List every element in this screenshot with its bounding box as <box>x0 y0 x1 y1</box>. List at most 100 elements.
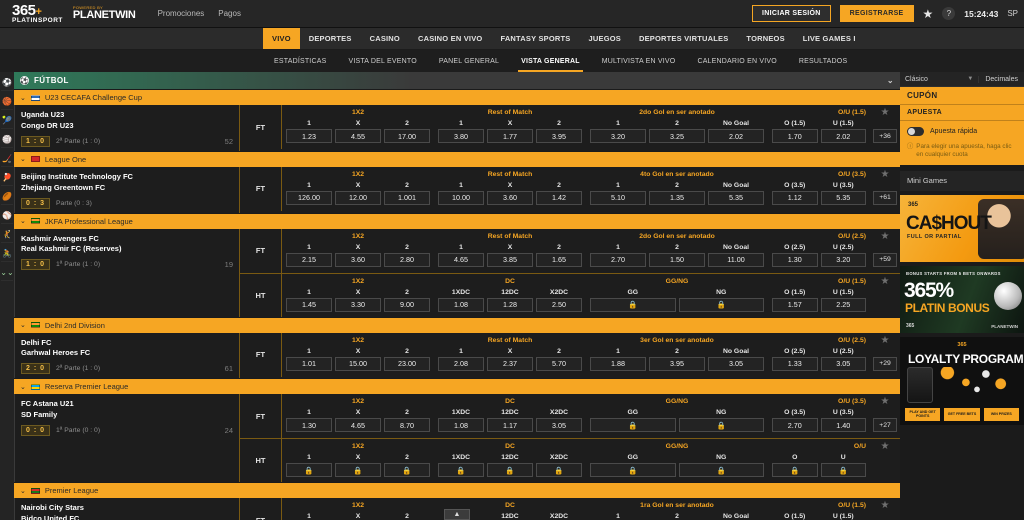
odds-value-button[interactable]: 2.02 <box>820 129 866 143</box>
nav-item-juegos[interactable]: JUEGOS <box>580 28 630 49</box>
odds-value-button[interactable]: 17.00 <box>384 129 430 143</box>
match-row[interactable]: Kashmir Avengers FC Real Kashmir FC (Rese… <box>14 228 900 317</box>
promo-cashout-banner[interactable]: 365 CA$HOUT FULL OR PARTIAL <box>900 194 1024 262</box>
odds-value-button[interactable]: 1.30 <box>286 418 332 433</box>
odds-value-button[interactable]: 1.57 <box>772 297 818 312</box>
mini-games-header[interactable]: Mini Games <box>900 170 1024 191</box>
favorite-star-icon[interactable]: ★ <box>881 396 890 418</box>
odds-value-button[interactable]: 3.20 <box>820 252 866 267</box>
chevron-down-icon[interactable]: ⌄ <box>20 94 26 102</box>
match-teams[interactable]: Delhi FC Garhwal Heroes FC 2 : 0 2ª Parte (… <box>15 332 240 379</box>
subnav-item-resultados[interactable]: RESULTADOS <box>788 50 858 72</box>
odds-value-button[interactable]: 4.65 <box>335 418 381 433</box>
nav-item-torneos[interactable]: TORNEOS <box>737 28 793 49</box>
odds-value-button[interactable]: 3.30 <box>335 297 381 312</box>
odds-value-button[interactable]: 1.08 <box>438 418 484 433</box>
odds-value-button[interactable]: 1.42 <box>536 190 582 205</box>
match-row[interactable]: Beijing Institute Technology FC Zhejiang … <box>14 166 900 213</box>
league-header[interactable]: ⌄ JKFA Professional League <box>14 213 900 229</box>
subnav-item-calendario-en-vivo[interactable]: CALENDARIO EN VIVO <box>686 50 787 72</box>
football-icon[interactable]: ⚽ <box>1 74 13 91</box>
hockey-icon[interactable]: 🏒 <box>1 150 13 167</box>
favorite-star-icon[interactable]: ★ <box>881 107 890 129</box>
brand-logo-365[interactable]: 365+ PLATINSPORT <box>12 3 63 25</box>
odds-value-button[interactable]: 4.65 <box>438 252 484 267</box>
league-header[interactable]: ⌄ Delhi 2nd Division <box>14 317 900 333</box>
favorite-star-icon[interactable]: ★ <box>881 441 890 463</box>
favorites-star-icon[interactable]: ★ <box>923 7 934 21</box>
odds-value-button[interactable]: 1.50 <box>649 252 705 267</box>
subnav-item-vista-del-evento[interactable]: VISTA DEL EVENTO <box>337 50 427 72</box>
odds-value-button[interactable]: 11.00 <box>708 252 764 267</box>
login-button[interactable]: INICIAR SESIÓN <box>752 5 831 22</box>
favorite-star-icon[interactable]: ★ <box>881 500 890 520</box>
nav-item-deportes-virtuales[interactable]: DEPORTES VIRTUALES <box>630 28 737 49</box>
favorite-star-icon[interactable]: ★ <box>881 276 890 298</box>
more-markets-button[interactable]: +27 <box>873 418 897 433</box>
chevron-down-icon[interactable]: ⌄ <box>20 155 26 163</box>
odds-value-button[interactable]: 3.60 <box>487 190 533 205</box>
match-row[interactable]: FC Astana U21 SD Family 0 : 0 1ª Parte (0 :… <box>14 394 900 483</box>
odds-value-button[interactable]: 1.01 <box>286 356 332 371</box>
match-teams[interactable]: Nairobi City Stars Bidco United FC <box>15 498 240 520</box>
match-teams[interactable]: Beijing Institute Technology FC Zhejiang … <box>15 166 240 213</box>
nav-item-fantasy-sports[interactable]: FANTASY SPORTS <box>491 28 579 49</box>
odds-value-button[interactable]: 1.70 <box>772 129 818 143</box>
nav-item-vivo[interactable]: VIVO <box>263 28 300 49</box>
nav-item-live-games[interactable]: LIVE GAMES I <box>794 28 865 49</box>
promo-platin-bonus-banner[interactable]: BONUS STARTS FROM 5 BETS ONWARDS 365% PL… <box>900 265 1024 333</box>
brand-logo-planetwin[interactable]: POWERED BY PLANETWIN <box>73 5 136 22</box>
more-chevron-icon[interactable]: ⌄⌄ <box>0 264 14 281</box>
odds-value-button[interactable]: 1.45 <box>286 297 332 312</box>
odds-value-button[interactable]: 2.25 <box>820 297 866 312</box>
chevron-down-icon[interactable]: ⌄ <box>20 321 26 329</box>
odds-style-select[interactable]: Clásico ▼ <box>900 76 978 83</box>
subnav-item-multivista-en-vivo[interactable]: MULTIVISTA EN VIVO <box>591 50 687 72</box>
odds-value-button[interactable]: 2.50 <box>536 297 582 312</box>
odds-value-button[interactable]: 15.00 <box>335 356 381 371</box>
odds-value-button[interactable]: 1.001 <box>384 190 430 205</box>
volleyball-icon[interactable]: 🏐 <box>1 131 13 148</box>
favorite-star-icon[interactable]: ★ <box>881 231 890 253</box>
odds-value-button[interactable]: 1.08 <box>438 297 484 312</box>
odds-value-button[interactable]: 9.00 <box>384 297 430 312</box>
league-header[interactable]: ⌄ League One <box>14 151 900 167</box>
odds-value-button[interactable]: 23.00 <box>384 356 430 371</box>
leagues-scroll-area[interactable]: ⌄ U23 CECAFA Challenge Cup Uganda U23 Congo… <box>14 89 900 520</box>
match-teams[interactable]: Uganda U23 Congo DR U23 1 : 0 2ª Parte (1 :… <box>15 105 240 151</box>
odds-value-button[interactable]: 2.37 <box>487 356 533 371</box>
top-link-pagos[interactable]: Pagos <box>218 9 241 18</box>
quick-bet-row[interactable]: Apuesta rápida <box>900 121 1024 141</box>
odds-value-button[interactable]: 1.12 <box>772 190 818 205</box>
league-header[interactable]: ⌄ Premier League <box>14 483 900 499</box>
odds-value-button[interactable]: 3.95 <box>536 129 582 143</box>
help-icon[interactable]: ? <box>942 7 956 20</box>
subnav-item-vista-general[interactable]: VISTA GENERAL <box>510 50 591 72</box>
handball-icon[interactable]: 🤾 <box>1 226 13 243</box>
odds-value-button[interactable]: 5.10 <box>590 190 646 205</box>
match-teams[interactable]: Kashmir Avengers FC Real Kashmir FC (Rese… <box>15 228 240 317</box>
more-markets-button[interactable]: +61 <box>873 190 897 205</box>
league-header[interactable]: ⌄ U23 CECAFA Challenge Cup <box>14 90 900 105</box>
odds-value-button[interactable]: 3.05 <box>536 418 582 433</box>
odds-value-button[interactable]: 10.00 <box>438 190 484 205</box>
rugby-icon[interactable]: 🏉 <box>1 188 13 205</box>
odds-value-button[interactable]: 2.02 <box>708 129 764 143</box>
odds-value-button[interactable]: 1.40 <box>820 418 866 433</box>
register-button[interactable]: REGISTRARSE <box>839 5 914 22</box>
odds-value-button[interactable]: 1.88 <box>590 356 646 371</box>
odds-value-button[interactable]: 1.33 <box>772 356 818 371</box>
odds-value-button[interactable]: 1.35 <box>649 190 705 205</box>
subnav-item-estadisticas[interactable]: ESTADÍSTICAS <box>263 50 337 72</box>
nav-item-deportes[interactable]: DEPORTES <box>300 28 361 49</box>
odds-value-button[interactable]: 4.55 <box>335 129 381 143</box>
match-teams[interactable]: FC Astana U21 SD Family 0 : 0 1ª Parte (0 :… <box>15 394 240 483</box>
odds-value-button[interactable]: 2.70 <box>772 418 818 433</box>
odds-value-button[interactable]: 2.15 <box>286 252 332 267</box>
subnav-item-panel-general[interactable]: PANEL GENERAL <box>428 50 510 72</box>
baseball-icon[interactable]: ⚾ <box>1 207 13 224</box>
odds-value-button[interactable]: 3.60 <box>335 252 381 267</box>
odds-value-button[interactable]: 3.85 <box>487 252 533 267</box>
odds-value-button[interactable]: 1.23 <box>286 129 332 143</box>
favorite-star-icon[interactable]: ★ <box>881 335 890 357</box>
